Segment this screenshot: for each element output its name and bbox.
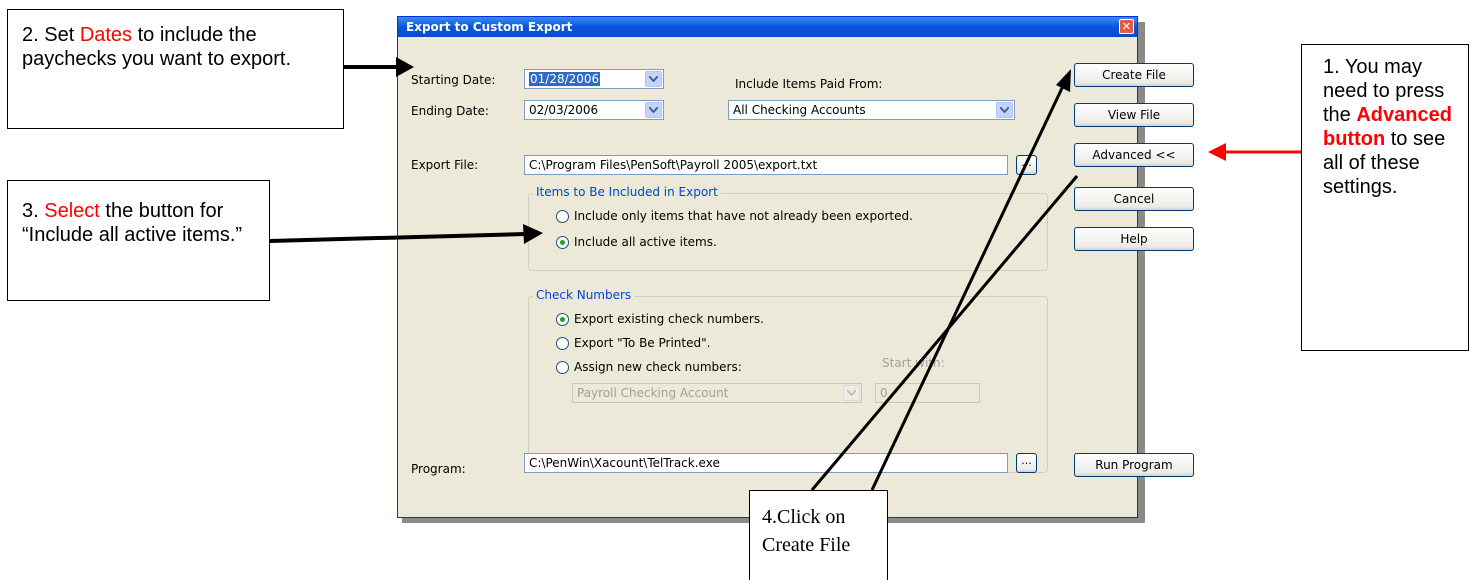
callout-step-2-highlight: Dates	[79, 24, 133, 46]
start-with-value: 0	[880, 386, 888, 400]
start-with-label: Start with:	[882, 356, 945, 370]
program-field[interactable]: C:\PenWin\Xacount\TelTrack.exe	[524, 453, 1008, 473]
items-included-group	[528, 193, 1048, 271]
run-program-button[interactable]: Run Program	[1074, 453, 1194, 477]
help-button[interactable]: Help	[1074, 227, 1194, 251]
account-value: Payroll Checking Account	[577, 386, 729, 400]
export-file-value: C:\Program Files\PenSoft\Payroll 2005\ex…	[529, 158, 818, 172]
include-paid-from-value: All Checking Accounts	[733, 103, 866, 117]
export-dialog: Export to Custom Export ✕ Starting Date:…	[397, 16, 1194, 518]
ending-date-label: Ending Date:	[411, 104, 489, 118]
ending-date-value: 02/03/2006	[529, 103, 599, 117]
callout-step-4-line2: Create File	[762, 534, 851, 556]
dropdown-arrow-icon[interactable]	[645, 71, 662, 87]
radio-icon[interactable]	[556, 361, 569, 374]
export-file-label: Export File:	[411, 158, 479, 172]
callout-step-4-line1: 4.Click on	[762, 506, 846, 528]
create-file-button[interactable]: Create File	[1074, 63, 1194, 87]
radio-selected-dot	[560, 317, 565, 322]
check-option-to-be-printed[interactable]: Export "To Be Printed".	[574, 336, 710, 350]
callout-step-3-highlight: Select	[44, 200, 100, 222]
advanced-button[interactable]: Advanced <<	[1074, 143, 1194, 167]
arrow-icon	[1208, 143, 1226, 161]
dialog-titlebar: Export to Custom Export ✕	[398, 17, 1137, 37]
view-file-button[interactable]: View File	[1074, 103, 1194, 127]
cancel-button[interactable]: Cancel	[1074, 187, 1194, 211]
starting-date-label: Starting Date:	[411, 73, 496, 87]
export-file-browse-button[interactable]: ...	[1016, 155, 1037, 175]
start-with-field[interactable]: 0	[875, 383, 980, 403]
radio-icon[interactable]	[556, 210, 569, 223]
callout-step-3: 3. Select the button for “Include all ac…	[7, 180, 270, 301]
starting-date-field[interactable]: 01/28/2006	[524, 69, 664, 89]
radio-selected-dot	[560, 240, 565, 245]
callout-step-2-prefix: 2. Set	[22, 24, 80, 46]
export-file-field[interactable]: C:\Program Files\PenSoft\Payroll 2005\ex…	[524, 155, 1008, 175]
program-value: C:\PenWin\Xacount\TelTrack.exe	[529, 456, 720, 470]
radio-icon[interactable]	[556, 337, 569, 350]
callout-step-4: 4.Click on Create File	[749, 490, 888, 580]
items-option-all-active[interactable]: Include all active items.	[574, 235, 717, 249]
dropdown-arrow-icon[interactable]	[645, 102, 662, 118]
program-browse-button[interactable]: ...	[1016, 453, 1037, 473]
check-numbers-group-title: Check Numbers	[533, 288, 635, 302]
callout-step-3-prefix: 3.	[22, 200, 45, 222]
starting-date-value: 01/28/2006	[529, 72, 601, 86]
dropdown-arrow-icon[interactable]	[843, 385, 860, 401]
ending-date-field[interactable]: 02/03/2006	[524, 100, 664, 120]
callout-step-2: 2. Set Dates to include the paychecks yo…	[7, 9, 344, 129]
radio-icon[interactable]	[556, 236, 569, 249]
radio-icon[interactable]	[556, 313, 569, 326]
dropdown-arrow-icon[interactable]	[996, 102, 1013, 118]
program-label: Program:	[411, 462, 466, 476]
dialog-title: Export to Custom Export	[406, 20, 573, 34]
account-select[interactable]: Payroll Checking Account	[572, 383, 862, 403]
check-option-existing[interactable]: Export existing check numbers.	[574, 312, 764, 326]
close-icon[interactable]: ✕	[1119, 19, 1134, 34]
include-paid-from-label: Include Items Paid From:	[735, 77, 883, 91]
items-included-group-title: Items to Be Included in Export	[533, 185, 721, 199]
items-option-not-exported[interactable]: Include only items that have not already…	[574, 209, 913, 223]
callout-step-1: 1. You may need to press the Advanced bu…	[1301, 44, 1469, 351]
check-option-assign-new[interactable]: Assign new check numbers:	[574, 360, 742, 374]
include-paid-from-select[interactable]: All Checking Accounts	[728, 100, 1015, 120]
